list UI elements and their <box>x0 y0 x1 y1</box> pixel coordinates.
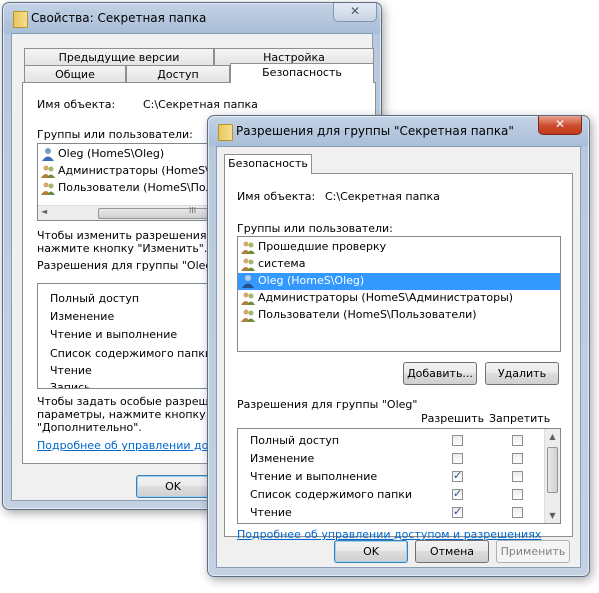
permission-name: Список содержимого папки <box>50 347 213 360</box>
object-name-label: Имя объекта: <box>237 190 316 203</box>
user-name: система <box>258 257 306 270</box>
scroll-up-icon[interactable]: ▲ <box>545 429 560 444</box>
list-item-selected[interactable]: Oleg (HomeS\Oleg) <box>238 273 560 290</box>
scroll-left-icon[interactable]: ◄ <box>41 207 47 216</box>
permissions-listbox: Полный доступ Изменение Чтение и выполне… <box>237 428 561 524</box>
group-icon <box>241 309 255 322</box>
permission-name: Чтение <box>250 506 292 519</box>
deny-checkbox[interactable] <box>512 471 523 482</box>
scroll-thumb[interactable] <box>547 447 558 493</box>
tab-previous-versions[interactable]: Предыдущие версии <box>24 48 214 65</box>
user-name: Пользователи (HomeS\Пользователи) <box>258 308 477 321</box>
perms-label: Разрешения для группы "Oleg" <box>237 398 418 411</box>
user-name: Oleg (HomeS\Oleg) <box>258 274 365 287</box>
vertical-scrollbar[interactable]: ▲ ▼ <box>544 429 560 523</box>
allow-checkbox[interactable] <box>452 505 463 518</box>
special-hint-line-3: "Дополнительно". <box>37 421 142 434</box>
list-item[interactable]: Прошедшие проверку <box>238 239 560 256</box>
deny-checkbox[interactable] <box>512 435 523 446</box>
user-name: Прошедшие проверку <box>258 240 387 253</box>
list-item[interactable]: Администраторы (HomeS\Адм <box>38 163 232 180</box>
remove-button[interactable]: Удалить <box>485 362 559 385</box>
user-name: Администраторы (HomeS\Администраторы) <box>258 291 514 304</box>
permission-name: Чтение и выполнение <box>50 328 178 341</box>
permissions-close-button[interactable]: ✕ <box>538 116 582 135</box>
list-item[interactable]: Oleg (HomeS\Oleg) <box>38 146 222 163</box>
apply-button[interactable]: Применить <box>496 540 570 563</box>
deny-column-header: Запретить <box>489 412 551 425</box>
group-icon <box>41 165 55 178</box>
tab-security[interactable]: Безопасность <box>230 63 374 83</box>
group-icon <box>241 292 255 305</box>
add-button[interactable]: Добавить... <box>403 362 477 385</box>
user-icon <box>42 148 54 161</box>
tab-general[interactable]: Общие <box>24 65 126 82</box>
perms-label: Разрешения для группы "Oleg" <box>37 259 218 272</box>
change-hint-line-2: нажмите кнопку "Изменить". <box>37 242 208 255</box>
deny-checkbox[interactable] <box>512 453 523 464</box>
permission-name: Полный доступ <box>250 434 340 447</box>
allow-column-header: Разрешить <box>421 412 485 425</box>
group-icon <box>241 241 255 254</box>
list-item[interactable]: система <box>238 256 560 273</box>
permission-name: Запись <box>50 381 91 389</box>
ok-button[interactable]: OK <box>136 475 210 498</box>
allow-checkbox[interactable] <box>452 469 463 482</box>
deny-checkbox[interactable] <box>512 489 523 500</box>
horizontal-scrollbar[interactable]: ◄ III <box>38 205 270 220</box>
scroll-down-icon[interactable]: ▼ <box>545 508 560 523</box>
object-name-value: C:\Секретная папка <box>325 190 440 203</box>
folder-icon <box>13 11 28 28</box>
user-icon <box>242 275 254 288</box>
allow-checkbox[interactable] <box>452 487 463 500</box>
permissions-client-area: Безопасность Имя объекта: C:\Секретная п… <box>216 146 581 568</box>
groups-label: Группы или пользователи: <box>237 222 393 235</box>
permissions-listbox: Полный доступ Изменение Чтение и выполне… <box>37 283 223 389</box>
permission-name: Изменение <box>250 452 315 465</box>
permission-name: Изменение <box>50 310 115 323</box>
scroll-grip-icon: III <box>189 206 197 215</box>
permissions-window-title: Разрешения для группы "Секретная папка" <box>236 124 514 138</box>
cancel-button[interactable]: Отмена <box>415 540 489 563</box>
groups-listbox[interactable]: Oleg (HomeS\Oleg) Администраторы (HomeS\… <box>37 143 270 221</box>
list-item[interactable]: Пользователи (HomeS\Пользователи) <box>238 307 560 324</box>
properties-close-button[interactable]: ✕ <box>333 3 377 22</box>
group-icon <box>41 182 55 195</box>
permissions-panel: Имя объекта: C:\Секретная папка Группы и… <box>224 173 573 541</box>
folder-icon <box>218 124 233 141</box>
groups-label: Группы или пользователи: <box>37 128 193 141</box>
ok-button[interactable]: OK <box>334 540 408 563</box>
list-item[interactable]: Пользователи (HomeS\Польз <box>38 180 225 197</box>
groups-listbox[interactable]: Прошедшие проверку система Oleg (HomeS\O… <box>237 236 561 352</box>
permissions-window: Разрешения для группы "Секретная папка" … <box>207 115 590 577</box>
change-hint-line-1: Чтобы изменить разрешения, <box>37 229 211 242</box>
permission-name: Чтение и выполнение <box>250 470 378 483</box>
allow-checkbox[interactable] <box>452 453 463 464</box>
deny-checkbox[interactable] <box>512 507 523 518</box>
tab-security[interactable]: Безопасность <box>224 154 312 174</box>
user-name: Oleg (HomeS\Oleg) <box>58 147 165 160</box>
user-name: Пользователи (HomeS\Польз <box>58 181 225 194</box>
permission-name: Полный доступ <box>50 292 140 305</box>
allow-checkbox[interactable] <box>452 435 463 446</box>
list-item[interactable]: Администраторы (HomeS\Администраторы) <box>238 290 560 307</box>
properties-window-title: Свойства: Секретная папка <box>31 11 207 25</box>
tab-sharing[interactable]: Доступ <box>126 65 230 82</box>
object-name-label: Имя объекта: <box>37 98 116 111</box>
permission-name: Список содержимого папки <box>250 488 413 501</box>
group-icon <box>241 258 255 271</box>
special-hint-line-2: параметры, нажмите кнопку <box>37 408 206 421</box>
permission-name: Чтение <box>50 364 92 377</box>
object-name-value: C:\Секретная папка <box>143 98 258 111</box>
